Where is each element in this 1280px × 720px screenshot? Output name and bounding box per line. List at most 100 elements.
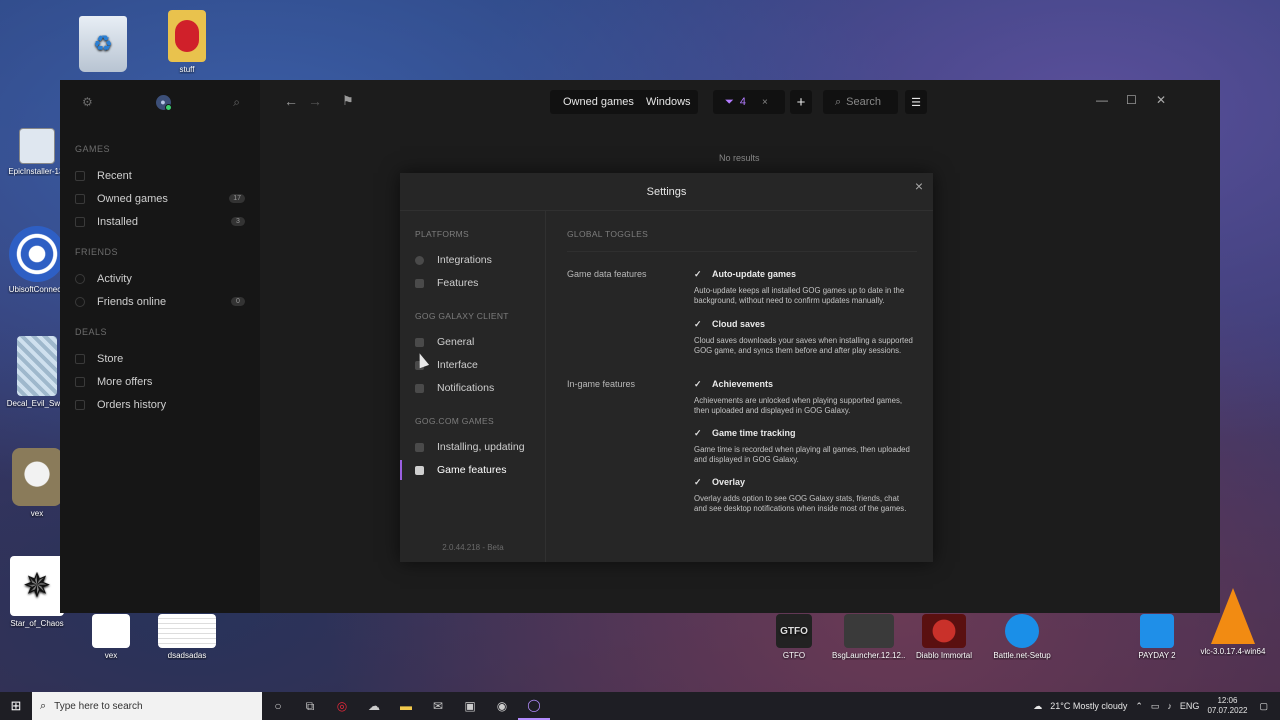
sidebar-item-label: Owned games (97, 192, 168, 205)
shortcut-icon (844, 614, 894, 648)
weather-icon[interactable]: ☁ (1033, 701, 1042, 712)
desktop-icon-label: PAYDAY 2 (1138, 651, 1176, 660)
app-icon[interactable]: ◉ (486, 692, 518, 720)
desktop-icon-stuff[interactable]: stuff (150, 10, 224, 74)
close-icon[interactable]: × (915, 178, 923, 194)
chevron-up-icon[interactable]: ⌃ (1135, 701, 1143, 712)
nav-item-features[interactable]: Features (415, 273, 545, 293)
desktop-icon-recycle-bin[interactable]: ♻ (66, 16, 140, 75)
notification-center-icon[interactable]: ▢ (1259, 701, 1268, 712)
sidebar-item-recent[interactable]: Recent (60, 164, 260, 187)
desktop-icon-battlenet[interactable]: Battle.net-Setup (985, 614, 1059, 660)
platform-filter[interactable]: Windows (646, 96, 691, 108)
toggle-cloud-saves[interactable]: ✓ Cloud saves Cloud saves downloads your … (694, 319, 914, 356)
add-game-button[interactable]: + (790, 90, 812, 114)
network-icon[interactable]: ▭ (1151, 701, 1160, 712)
nav-item-interface[interactable]: Interface (415, 355, 545, 375)
close-button[interactable]: ✕ (1156, 93, 1166, 107)
checkmark-icon[interactable]: ✓ (694, 428, 703, 438)
sidebar-item-more-offers[interactable]: More offers (60, 370, 260, 393)
sidebar-item-store[interactable]: Store (60, 347, 260, 370)
filter-pill[interactable]: ⏷ 4 × (713, 90, 785, 114)
steam-icon[interactable]: ☁ (358, 692, 390, 720)
search-label: Search (846, 96, 882, 108)
view-settings-button[interactable]: ☰ (905, 90, 927, 114)
toggle-overlay[interactable]: ✓ Overlay Overlay adds option to see GOG … (694, 477, 914, 514)
desktop-icon-gtfo[interactable]: GTFO GTFO (757, 614, 831, 660)
dialog-title: Settings (646, 186, 687, 198)
toggle-title: Auto-update games (712, 269, 797, 279)
desktop-icon-bsglauncher[interactable]: BsgLauncher.12.12... (832, 614, 906, 660)
count-badge: 17 (229, 194, 245, 203)
nav-item-notifications[interactable]: Notifications (415, 378, 545, 398)
desktop-icon-payday[interactable]: PAYDAY 2 (1120, 614, 1194, 660)
sidebar-item-activity[interactable]: Activity (60, 267, 260, 290)
game-features-icon (415, 465, 424, 475)
sidebar-item-label: Installed (97, 215, 138, 228)
toggle-achievements[interactable]: ✓ Achievements Achievements are unlocked … (694, 379, 914, 416)
gog-galaxy-taskbar-icon[interactable]: ◯ (518, 692, 550, 720)
clock[interactable]: 12:06 07.07.2022 (1207, 696, 1247, 716)
nav-item-game-features[interactable]: Game features (400, 460, 545, 480)
blank-file-icon (92, 614, 130, 648)
toggle-auto-update[interactable]: ✓ Auto-update games Auto-update keeps all… (694, 269, 914, 306)
cortana-icon[interactable]: ○ (262, 692, 294, 720)
count-badge: 0 (231, 297, 245, 306)
system-tray: ☁ 21°C Mostly cloudy ⌃ ▭ ♪ ENG 12:06 07.… (1033, 692, 1280, 720)
back-arrow-icon[interactable]: ← (284, 93, 298, 109)
nav-item-label: Notifications (437, 382, 495, 394)
nav-section-client: GOG GALAXY CLIENT (415, 311, 509, 321)
activity-icon (75, 273, 85, 284)
taskbar-search-box[interactable]: ⌕ Type here to search (32, 692, 262, 720)
sidebar-item-friends-online[interactable]: Friends online 0 (60, 290, 260, 313)
checkmark-icon[interactable]: ✓ (694, 319, 703, 329)
opera-icon[interactable]: ◎ (326, 692, 358, 720)
toggle-title: Cloud saves (712, 319, 766, 329)
toggle-game-time[interactable]: ✓ Game time tracking Game time is recorde… (694, 428, 914, 465)
sidebar-item-orders-history[interactable]: Orders history (60, 393, 260, 416)
no-results-text: No results (719, 153, 760, 163)
settings-nav: PLATFORMS Integrations Features GOG GALA… (400, 211, 546, 562)
search-box[interactable]: ⌕ Search (823, 90, 898, 114)
windows-start-icon[interactable]: ⊞ (0, 698, 32, 714)
toggle-title: Overlay (712, 477, 746, 487)
taskbar: ⊞ ⌕ Type here to search ○ ⧉ ◎ ☁ ▬ ✉ ▣ ◉ … (0, 692, 1280, 720)
search-icon[interactable]: ⌕ (233, 95, 240, 110)
settings-gear-icon[interactable]: ⚙ (82, 95, 93, 109)
avatar[interactable]: ● (155, 94, 172, 111)
volume-icon[interactable]: ♪ (1167, 701, 1172, 711)
checkmark-icon[interactable]: ✓ (694, 269, 703, 279)
sidebar-item-owned-games[interactable]: Owned games 17 (60, 187, 260, 210)
owned-games-filter[interactable]: Owned games (563, 96, 634, 108)
desktop-icon-dsadsadas[interactable]: dsadsadas (150, 614, 224, 660)
minimize-button[interactable]: — (1096, 93, 1108, 107)
maximize-button[interactable]: ☐ (1126, 93, 1137, 107)
top-bar: ← → ⚑ Owned games Windows ⏷ 4 × + ⌕ Sear… (260, 80, 1220, 124)
nav-item-integrations[interactable]: Integrations (415, 250, 545, 270)
view-selector[interactable]: Owned games Windows (550, 90, 698, 114)
desktop-icon-diablo[interactable]: Diablo Immortal (907, 614, 981, 660)
nav-item-label: Integrations (437, 254, 492, 266)
store-icon[interactable]: ▣ (454, 692, 486, 720)
search-icon: ⌕ (40, 699, 47, 712)
bookmark-icon[interactable]: ⚑ (342, 93, 354, 109)
app-icon[interactable]: ✉ (422, 692, 454, 720)
installed-icon (75, 216, 85, 227)
nav-item-installing[interactable]: Installing, updating (415, 437, 545, 457)
desktop-icon-vex-file[interactable]: vex (74, 614, 148, 660)
checkmark-icon[interactable]: ✓ (694, 477, 703, 487)
nav-section-gogcom: GOG.COM GAMES (415, 416, 494, 426)
friends-icon (75, 296, 85, 307)
nav-item-general[interactable]: General (415, 332, 545, 352)
file-explorer-icon[interactable]: ▬ (390, 692, 422, 720)
sidebar-item-installed[interactable]: Installed 3 (60, 210, 260, 233)
language-indicator[interactable]: ENG (1180, 701, 1200, 711)
settings-content: GLOBAL TOGGLES Game data features ✓ Auto-… (547, 211, 933, 562)
checkmark-icon[interactable]: ✓ (694, 379, 703, 389)
task-view-icon[interactable]: ⧉ (294, 692, 326, 720)
forward-arrow-icon[interactable]: → (308, 93, 322, 109)
clear-filter-icon[interactable]: × (762, 97, 768, 108)
owned-games-icon (75, 193, 85, 204)
desktop-icon-label: vlc-3.0.17.4-win64 (1200, 647, 1266, 656)
weather-text[interactable]: 21°C Mostly cloudy (1050, 701, 1127, 711)
